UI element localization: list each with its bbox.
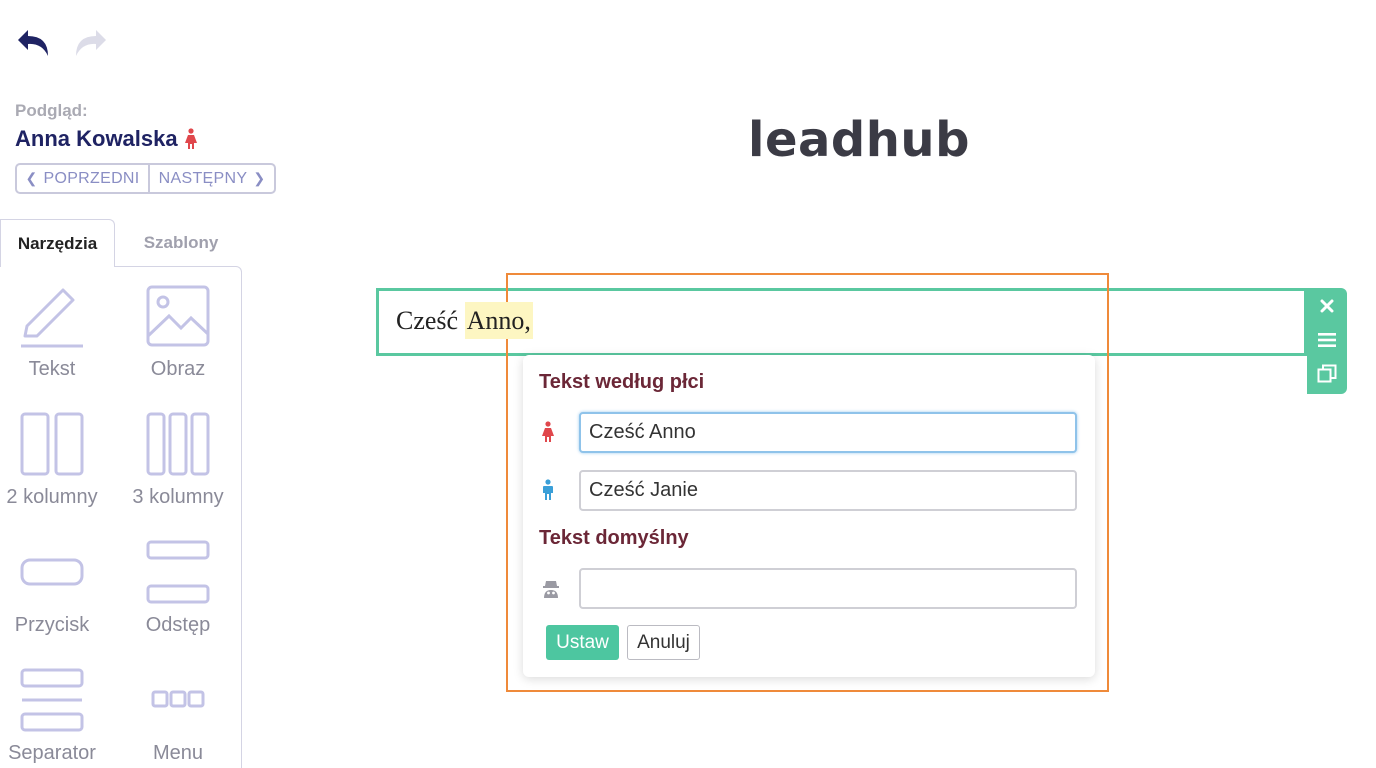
chevron-left-icon: ❮: [25, 170, 38, 186]
close-icon: [1320, 299, 1334, 313]
preview-recipient: Anna Kowalska: [15, 126, 198, 152]
personalized-name[interactable]: Anno,: [464, 302, 533, 339]
female-text-input[interactable]: [579, 411, 1077, 453]
undo-button[interactable]: [14, 24, 54, 60]
tool-text-label: Tekst: [28, 358, 76, 380]
tool-text[interactable]: Tekst: [0, 284, 107, 381]
tool-spacer-label: Odstęp: [145, 614, 211, 636]
next-button[interactable]: NASTĘPNY ❯: [150, 165, 274, 192]
preview-navigation: ❮ POPRZEDNI NASTĘPNY ❯: [15, 163, 276, 194]
delete-block-button[interactable]: [1316, 296, 1338, 316]
recipient-name: Anna Kowalska: [15, 126, 178, 151]
tab-tools[interactable]: Narzędzia: [0, 219, 115, 267]
tool-image-label: Obraz: [150, 358, 206, 380]
cancel-button[interactable]: Anuluj: [627, 625, 700, 660]
tool-two-columns-label: 2 kolumny: [6, 486, 98, 508]
tab-templates[interactable]: Szablony: [122, 219, 240, 267]
male-text-row: [539, 469, 1079, 511]
male-icon: [539, 479, 579, 501]
anonymous-user-icon: [539, 578, 579, 598]
duplicate-block-button[interactable]: [1316, 364, 1338, 384]
male-text-input[interactable]: [579, 469, 1077, 511]
tool-button[interactable]: Przycisk: [0, 540, 107, 637]
image-icon: [146, 285, 210, 347]
default-text-title: Tekst domyślny: [539, 527, 689, 549]
default-text-input[interactable]: [579, 567, 1077, 609]
tool-two-columns[interactable]: 2 kolumny: [0, 412, 107, 509]
tool-separator-label: Separator: [8, 742, 96, 764]
chevron-right-icon: ❯: [253, 170, 266, 186]
block-toolbar: [1307, 288, 1347, 394]
greeting-text[interactable]: Cześć Anno,: [396, 302, 533, 339]
separator-icon: [20, 668, 84, 732]
default-text-row: [539, 567, 1079, 609]
pencil-icon: [21, 288, 83, 348]
spacer-icon: [146, 540, 210, 604]
tool-image[interactable]: Obraz: [123, 284, 233, 381]
redo-icon: [76, 30, 106, 56]
copy-icon: [1317, 364, 1337, 383]
tool-separator[interactable]: Separator: [0, 668, 107, 765]
gender-text-title: Tekst według płci: [539, 371, 705, 393]
menu-icon: [151, 690, 205, 708]
greeting-prefix: Cześć: [396, 306, 459, 335]
tool-menu[interactable]: Menu: [123, 668, 233, 765]
previous-label: POPRZEDNI: [43, 169, 140, 187]
redo-button[interactable]: [72, 24, 112, 60]
brand-logo: leadhub: [748, 112, 970, 168]
tool-button-label: Przycisk: [14, 614, 90, 636]
two-columns-icon: [20, 412, 84, 476]
next-label: NASTĘPNY: [158, 169, 248, 187]
preview-label: Podgląd:: [15, 101, 88, 120]
female-text-row: [539, 411, 1079, 453]
set-button[interactable]: Ustaw: [546, 625, 619, 660]
tool-menu-label: Menu: [152, 742, 204, 764]
undo-icon: [18, 30, 48, 56]
female-icon: [539, 421, 579, 443]
hamburger-icon: [1318, 333, 1336, 347]
female-icon: [184, 128, 197, 149]
previous-button[interactable]: ❮ POPRZEDNI: [17, 165, 150, 192]
tool-spacer[interactable]: Odstęp: [123, 540, 233, 637]
tool-three-columns[interactable]: 3 kolumny: [123, 412, 233, 509]
button-icon: [20, 558, 84, 586]
three-columns-icon: [146, 412, 210, 476]
move-block-button[interactable]: [1316, 330, 1338, 350]
gender-text-popup: Tekst według płci Tekst domyślny: [523, 355, 1095, 677]
tool-three-columns-label: 3 kolumny: [132, 486, 224, 508]
